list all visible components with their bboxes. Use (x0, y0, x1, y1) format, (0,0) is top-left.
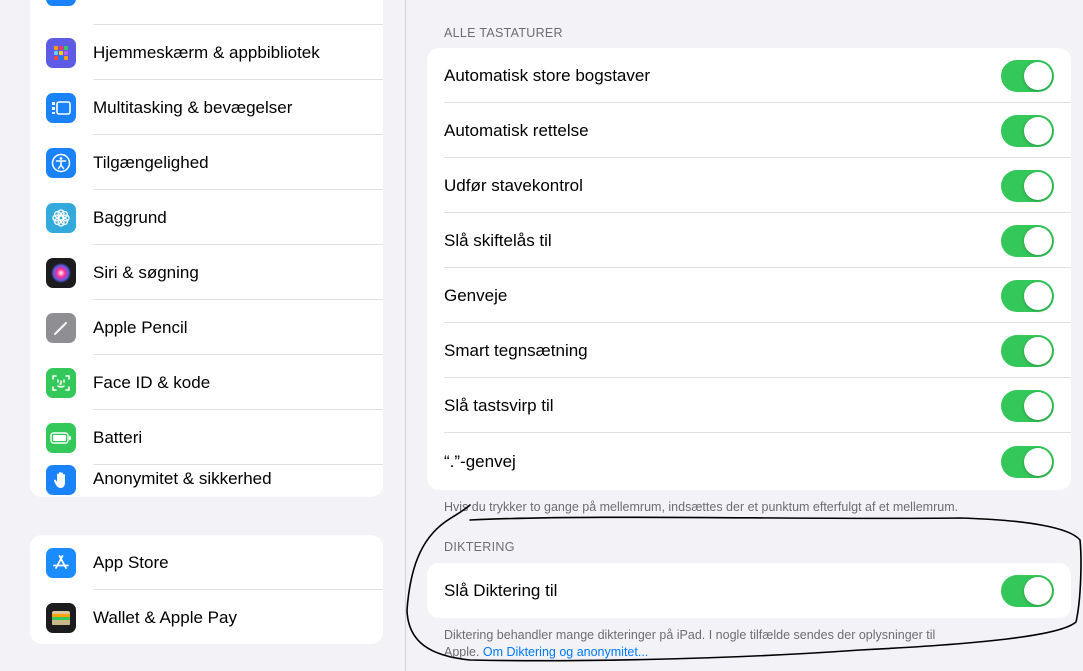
sidebar-item-face-id[interactable]: Face ID & kode (30, 355, 383, 410)
setting-label: Slå tastsvirp til (444, 395, 554, 415)
toggle-knob (1024, 61, 1052, 90)
toggle-knob (1024, 336, 1052, 365)
keyboards-footer-note: Hvis du trykker to gange på mellemrum, i… (444, 500, 959, 514)
sidebar-item-siri[interactable]: Siri & søgning (30, 245, 383, 300)
spell-check-toggle[interactable] (1001, 169, 1054, 202)
setting-row-key-flicks: Slå tastsvirp til (427, 378, 1071, 433)
setting-row-auto-capitalization: Automatisk store bogstaver (427, 48, 1071, 103)
toggle-knob (1024, 116, 1052, 145)
wallpaper-icon (46, 202, 76, 233)
toggle-knob (1024, 171, 1052, 200)
sidebar-item-accessibility[interactable]: Tilgængelighed (30, 135, 383, 190)
auto-correction-toggle[interactable] (1001, 114, 1054, 147)
partial-app-icon (46, 0, 76, 6)
sidebar-group-apps: App Store Wallet & Apple Pay (30, 535, 383, 644)
sidebar-item-label: Siri & søgning (93, 262, 199, 282)
sidebar-item-wallet[interactable]: Wallet & Apple Pay (30, 590, 383, 644)
setting-label: Automatisk rettelse (444, 120, 589, 140)
toggle-knob (1024, 281, 1052, 310)
setting-row-caps-lock: Slå skiftelås til (427, 213, 1071, 268)
setting-row-shortcuts: Genveje (427, 268, 1071, 323)
caps-lock-toggle[interactable] (1001, 224, 1054, 257)
sidebar-group-settings: Hjemmeskærm & appbibliotek Multitasking … (30, 0, 383, 497)
sidebar-item-multitasking[interactable]: Multitasking & bevægelser (30, 80, 383, 135)
setting-label: Slå Diktering til (444, 580, 558, 600)
setting-label: Slå skiftelås til (444, 230, 552, 250)
sidebar-item-app-store[interactable]: App Store (30, 535, 383, 590)
toggle-knob (1024, 226, 1052, 255)
wallet-icon (46, 602, 76, 633)
sidebar-item-label: Anonymitet & sikkerhed (93, 469, 272, 488)
app-store-icon (46, 547, 76, 578)
setting-row-auto-correction: Automatisk rettelse (427, 103, 1071, 158)
sidebar-item-label: Hjemmeskærm & appbibliotek (93, 42, 320, 62)
key-flicks-toggle[interactable] (1001, 389, 1054, 422)
keyboards-section-header: ALLE TASTATURER (444, 26, 563, 40)
sidebar-item-label: Baggrund (93, 207, 167, 227)
toggle-knob (1024, 447, 1052, 476)
sidebar-item-label: App Store (93, 552, 169, 572)
smart-punctuation-toggle[interactable] (1001, 334, 1054, 367)
setting-row-period-shortcut: “.”-genvej (427, 433, 1071, 490)
period-shortcut-toggle[interactable] (1001, 445, 1054, 478)
dictation-footer-note: Diktering behandler mange dikteringer på… (444, 627, 935, 661)
multitasking-icon (46, 92, 76, 123)
keyboards-settings-card: Automatisk store bogstaver Automatisk re… (427, 48, 1071, 490)
sidebar-item-label: Multitasking & bevægelser (93, 97, 293, 117)
setting-label: “.”-genvej (444, 451, 516, 471)
sidebar-item-home-screen[interactable]: Hjemmeskærm & appbibliotek (30, 25, 383, 80)
accessibility-icon (46, 147, 76, 178)
dictation-footer-line: Apple. Om Diktering og anonymitet... (444, 644, 935, 661)
split-divider (405, 0, 406, 671)
setting-row-dictation: Slå Diktering til (427, 563, 1071, 618)
battery-icon (46, 422, 76, 453)
sidebar-item-apple-pencil[interactable]: Apple Pencil (30, 300, 383, 355)
dictation-settings-card: Slå Diktering til (427, 563, 1071, 618)
pencil-icon (46, 312, 76, 343)
setting-label: Automatisk store bogstaver (444, 65, 650, 85)
sidebar-item-wallpaper[interactable]: Baggrund (30, 190, 383, 245)
face-id-icon (46, 367, 76, 398)
toggle-knob (1024, 576, 1052, 605)
sidebar-item-label: Batteri (93, 427, 143, 447)
toggle-knob (1024, 391, 1052, 420)
sidebar-item-privacy[interactable]: Anonymitet & sikkerhed (30, 465, 383, 497)
hand-icon (46, 465, 76, 495)
dictation-footer-prefix: Apple. (444, 645, 483, 659)
setting-label: Smart tegnsætning (444, 340, 588, 360)
shortcuts-toggle[interactable] (1001, 279, 1054, 312)
dictation-privacy-link[interactable]: Om Diktering og anonymitet... (483, 645, 648, 659)
dictation-toggle[interactable] (1001, 574, 1054, 607)
siri-icon (46, 257, 76, 288)
sidebar-item-label: Wallet & Apple Pay (93, 607, 237, 627)
dictation-section-header: DIKTERING (444, 540, 515, 554)
sidebar-item-label: Face ID & kode (93, 372, 211, 392)
auto-capitalization-toggle[interactable] (1001, 59, 1054, 92)
setting-row-spell-check: Udfør stavekontrol (427, 158, 1071, 213)
setting-row-smart-punctuation: Smart tegnsætning (427, 323, 1071, 378)
sidebar-item-battery[interactable]: Batteri (30, 410, 383, 465)
setting-label: Genveje (444, 285, 508, 305)
setting-label: Udfør stavekontrol (444, 175, 583, 195)
home-screen-icon (46, 37, 76, 68)
sidebar-item-label: Tilgængelighed (93, 152, 209, 172)
sidebar-item-label: Apple Pencil (93, 317, 188, 337)
dictation-footer-line: Diktering behandler mange dikteringer på… (444, 628, 936, 642)
